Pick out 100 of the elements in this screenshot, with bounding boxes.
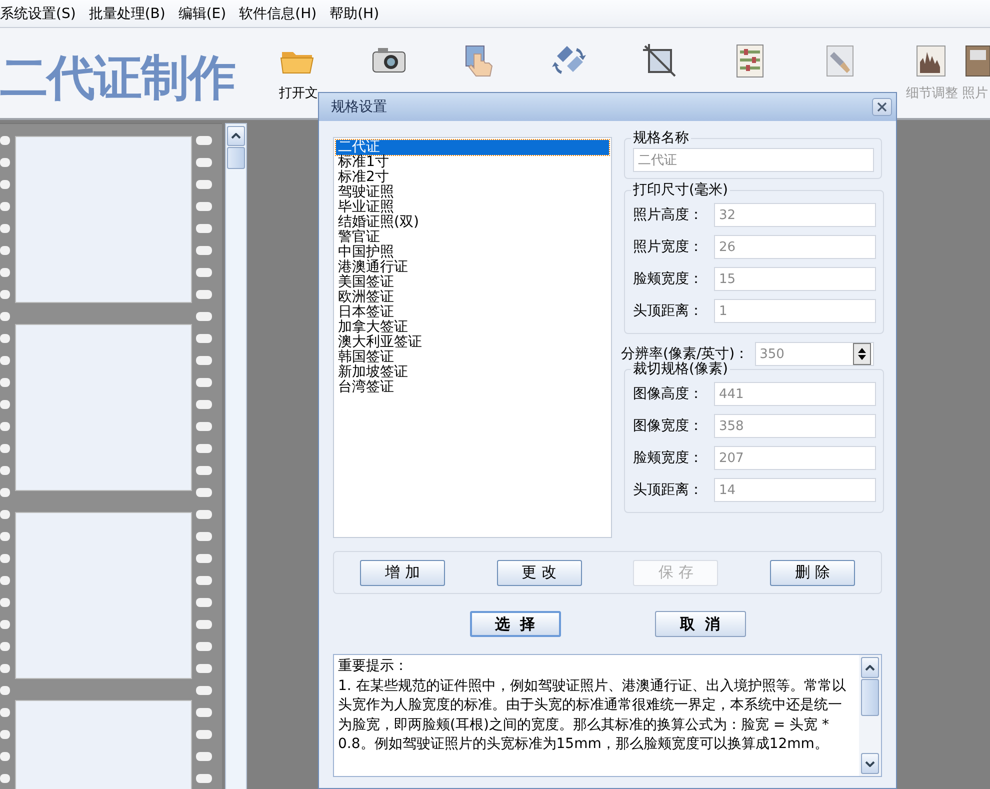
spec-list-item[interactable]: 二代证 (336, 140, 609, 155)
menu-item[interactable]: 软件信息(H) (239, 4, 324, 22)
sprocket-hole (0, 356, 10, 365)
sprocket-hole (0, 620, 10, 629)
sprocket-hole (0, 664, 10, 673)
sprocket-hole (0, 466, 10, 475)
sprocket-hole (196, 488, 212, 497)
sprocket-hole (0, 224, 10, 233)
sprocket-hole (196, 730, 212, 739)
field-label: 图像宽度： (633, 417, 704, 435)
input-field[interactable]: 441 (714, 382, 876, 406)
spec-list-item[interactable]: 结婚证照(双) (336, 215, 609, 230)
sprocket-hole (0, 708, 10, 717)
sprocket-hole (196, 752, 212, 761)
spec-list-item[interactable]: 警官证 (336, 230, 609, 245)
sprocket-hole (196, 532, 212, 541)
sprocket-hole (0, 334, 10, 343)
spec-list-item[interactable]: 澳大利亚签证 (336, 335, 609, 350)
sprocket-hole (0, 422, 10, 431)
spinner-arrows-icon (858, 347, 866, 361)
sprocket-hole (0, 730, 10, 739)
edit-button[interactable]: 增 加 (360, 560, 445, 586)
sprocket-hole (196, 598, 212, 607)
input-field[interactable]: 32 (714, 203, 876, 227)
sprocket-hole (196, 400, 212, 409)
input-field[interactable]: 207 (714, 446, 876, 470)
sprocket-hole (0, 378, 10, 387)
spec-list-item[interactable]: 日本签证 (336, 305, 609, 320)
field-label: 分辨率(像素/英寸)： (621, 345, 749, 362)
sprocket-hole (196, 224, 212, 233)
spec-list-item[interactable]: 驾驶证照 (336, 185, 609, 200)
scroll-thumb[interactable] (227, 147, 245, 169)
spec-list-item[interactable]: 标准1寸 (336, 155, 609, 170)
spin-field[interactable]: 350 (754, 342, 874, 366)
close-icon (877, 102, 887, 112)
sprocket-hole (196, 554, 212, 563)
sprocket-hole (196, 268, 212, 277)
sprocket-hole (0, 312, 10, 321)
tool-label[interactable]: 打开文 (278, 84, 318, 102)
sprocket-hole (196, 356, 212, 365)
spec-list-item[interactable]: 欧洲签证 (336, 290, 609, 305)
spec-list-item[interactable]: 标准2寸 (336, 170, 609, 185)
scrollbar[interactable] (225, 123, 247, 789)
menu-item[interactable]: 批量处理(B) (88, 4, 172, 22)
sprocket-hole (196, 136, 212, 145)
sprocket-hole (196, 686, 212, 695)
sprocket-hole (0, 510, 10, 519)
close-button[interactable] (872, 98, 892, 116)
sprocket-hole (196, 290, 212, 299)
sprocket-hole (0, 598, 10, 607)
spec-list-item[interactable]: 台湾签证 (336, 380, 609, 395)
scroll-down-button[interactable] (861, 753, 879, 774)
field-label: 脸颊宽度： (633, 449, 704, 467)
sprocket-hole (0, 774, 10, 783)
scroll-up-button[interactable] (227, 126, 245, 146)
sprocket-hole (0, 642, 10, 651)
chevron-up-icon (231, 133, 241, 139)
select-button[interactable]: 选 择 (470, 611, 560, 637)
spec-list-item[interactable]: 毕业证照 (336, 200, 609, 215)
spec-list-item[interactable]: 加拿大签证 (336, 320, 609, 335)
sprocket-hole (0, 246, 10, 255)
input-field[interactable]: 15 (714, 267, 876, 291)
notes-text: 1. 在某些规范的证件照中，例如驾驶证照片、港澳通行证、出入境护照等。常常以头宽作为人脸宽度的标准。由于头宽的标准通常很难统一界定，本系统中还是统一为脸宽，即两脸颊(耳根)之间的宽度。那么其标准的换算公式为：脸宽 = 头宽 * 0.8。例如驾驶证照片的头宽标准为15mm，那么脸颊宽度可以换算成12mm。 (338, 676, 847, 754)
spec-list-item[interactable]: 中国护照 (336, 245, 609, 260)
notes-heading: 重要提示： (338, 657, 409, 676)
dialog-title: 规格设置 (331, 98, 387, 116)
sprocket-hole (196, 664, 212, 673)
sprocket-hole (196, 642, 212, 651)
edit-button[interactable]: 删 除 (770, 560, 856, 586)
scroll-thumb[interactable] (861, 679, 879, 716)
menu-item[interactable]: 系统设置(S) (0, 4, 83, 22)
field-label: 照片宽度： (633, 238, 704, 256)
spec-list-item[interactable]: 新加坡签证 (336, 365, 609, 380)
sprocket-hole (0, 268, 10, 277)
cancel-button[interactable]: 取 消 (654, 611, 746, 637)
sprocket-hole (196, 378, 212, 387)
edit-button[interactable]: 更 改 (496, 560, 582, 586)
sprocket-hole (0, 444, 10, 453)
menu-item[interactable]: 帮助(H) (330, 4, 386, 22)
input-field[interactable]: 1 (714, 299, 876, 323)
sprocket-hole (196, 774, 212, 783)
sprocket-hole (196, 444, 212, 453)
chevron-down-icon (865, 760, 875, 766)
scroll-up-button[interactable] (861, 657, 879, 678)
name-field[interactable]: 二代证 (633, 148, 874, 172)
sprocket-hole (0, 752, 10, 761)
chevron-up-icon (865, 664, 875, 670)
input-field[interactable]: 14 (714, 478, 876, 502)
sprocket-hole (0, 576, 10, 585)
input-field[interactable]: 358 (714, 414, 876, 438)
scrollbar[interactable] (859, 655, 881, 776)
field-label: 头顶距离： (633, 302, 704, 320)
spec-list-item[interactable]: 美国签证 (336, 275, 609, 290)
group-title: 打印尺寸(毫米) (632, 181, 729, 199)
input-field[interactable]: 26 (714, 235, 876, 259)
sprocket-hole (0, 136, 10, 145)
spec-list-item[interactable]: 港澳通行证 (336, 260, 609, 275)
menu-item[interactable]: 编辑(E) (178, 4, 234, 22)
sprocket-hole (196, 576, 212, 585)
spec-list-item[interactable]: 韩国签证 (336, 350, 609, 365)
